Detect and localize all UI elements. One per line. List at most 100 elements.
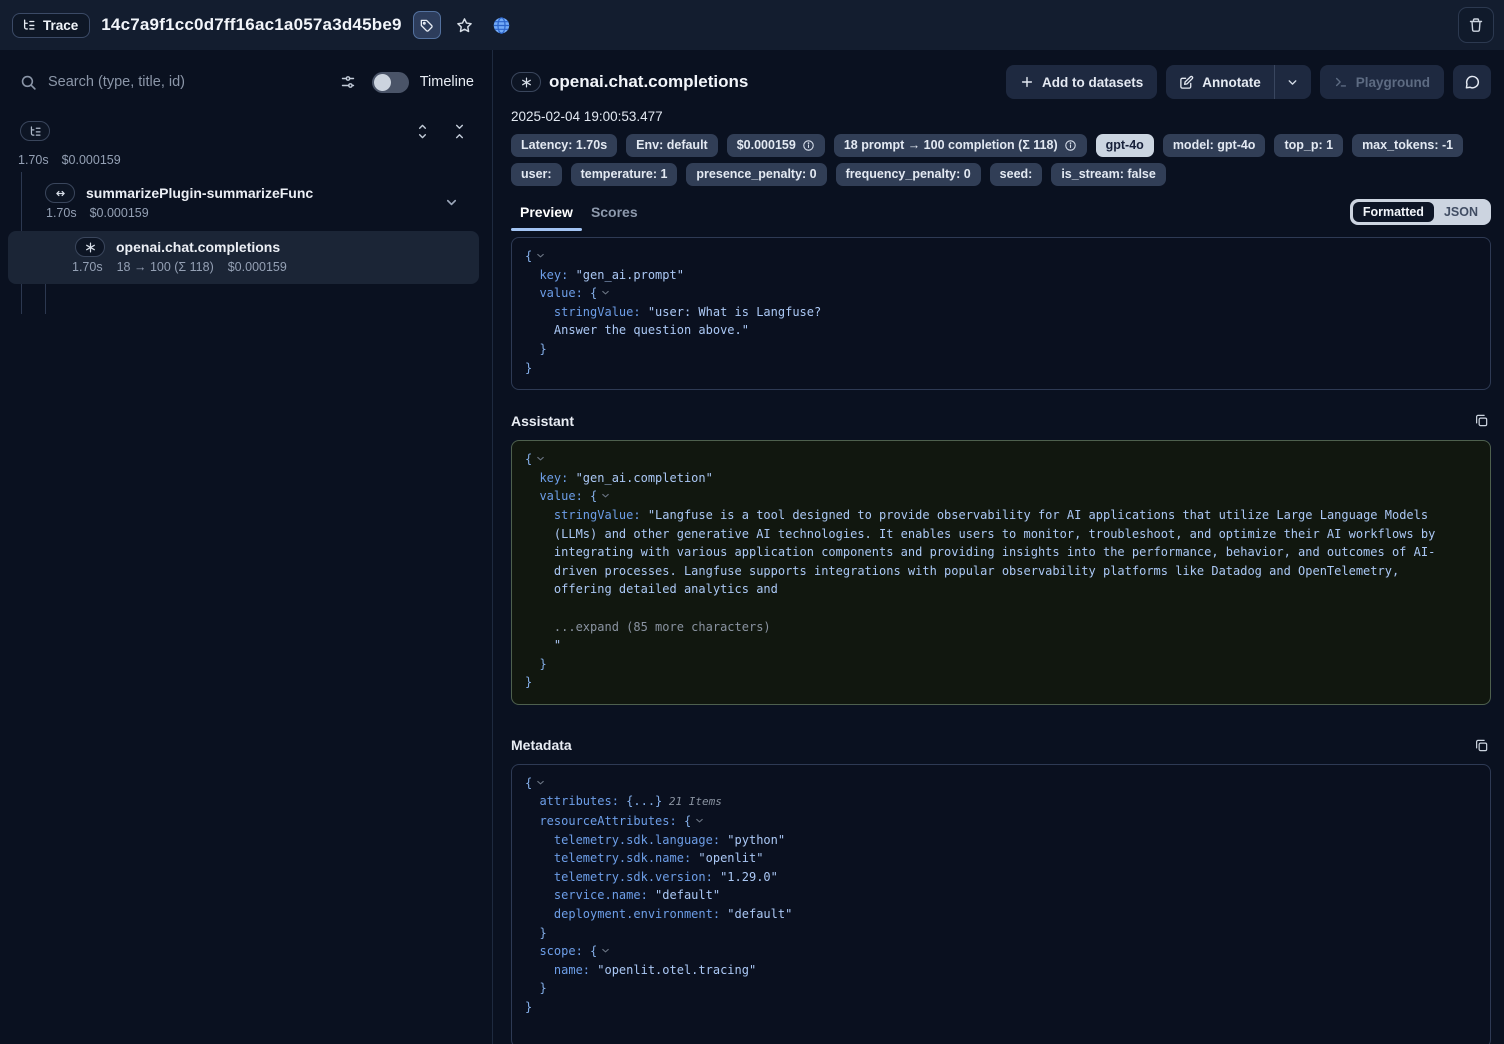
delete-trace-button[interactable]	[1458, 7, 1494, 43]
copy-button[interactable]	[1472, 736, 1491, 755]
code-line: }	[525, 340, 1477, 359]
json-token: "1.29.0"	[720, 870, 778, 884]
tree-node-generation-selected[interactable]: openai.chat.completions 1.70s 18 → 100 (…	[8, 231, 479, 284]
globe-icon	[492, 16, 511, 35]
badge-label: is_stream: false	[1061, 166, 1156, 183]
json-token: "default"	[727, 907, 792, 921]
collapse-toggle-icon[interactable]	[694, 815, 705, 826]
badge-label: frequency_penalty: 0	[846, 166, 971, 183]
code-line: {	[525, 450, 1477, 469]
badge-label: $0.000159	[737, 137, 796, 154]
header-actions: Add to datasets Annotate	[1006, 65, 1491, 99]
top-bar: Trace 14c7a9f1cc0d7ff16ac1a057a3d45be9	[0, 0, 1504, 50]
comments-button[interactable]	[1453, 65, 1491, 99]
json-key: scope:	[525, 944, 590, 958]
attribute-badge: seed:	[990, 163, 1043, 186]
badge-label: Env: default	[636, 137, 708, 154]
collapse-toggle-icon[interactable]	[535, 250, 546, 261]
json-key: stringValue:	[525, 305, 648, 319]
annotate-button[interactable]: Annotate	[1166, 65, 1274, 99]
json-key: value:	[525, 489, 590, 503]
format-json-option[interactable]: JSON	[1434, 202, 1488, 222]
chevron-down-icon	[1286, 76, 1299, 89]
json-token: }	[525, 675, 532, 689]
code-line: offering detailed analytics and	[525, 580, 1477, 599]
attribute-badge: presence_penalty: 0	[686, 163, 826, 186]
openai-icon	[520, 76, 533, 89]
json-token: 21 Items	[662, 795, 722, 808]
generation-tokens: 18 → 100 (Σ 118)	[117, 260, 214, 274]
list-tree-icon	[22, 18, 36, 32]
json-token: "python"	[727, 833, 785, 847]
trace-latency: 1.70s	[18, 153, 49, 167]
timeline-toggle-label: Timeline	[420, 74, 474, 90]
collapse-all-icon[interactable]	[446, 118, 472, 144]
json-token: }	[525, 981, 547, 995]
tree-node-span[interactable]: summarizePlugin-summarizeFunc 1.70s $0.0…	[0, 181, 492, 220]
message-bubble-icon	[1464, 74, 1481, 91]
tab-scores[interactable]: Scores	[582, 200, 647, 231]
json-token: {	[684, 814, 691, 828]
json-token: }	[525, 361, 532, 375]
trace-root-badge[interactable]	[20, 121, 50, 141]
annotate-dropdown-button[interactable]	[1275, 65, 1311, 99]
tab-preview[interactable]: Preview	[511, 200, 582, 231]
info-icon[interactable]	[1064, 139, 1077, 152]
format-formatted-option[interactable]: Formatted	[1353, 202, 1434, 222]
bookmark-star-button[interactable]	[452, 12, 478, 38]
attribute-badge: is_stream: false	[1051, 163, 1166, 186]
chevron-down-icon[interactable]	[444, 195, 459, 210]
collapse-toggle-icon[interactable]	[600, 945, 611, 956]
annotate-label: Annotate	[1202, 75, 1261, 90]
tree-search-row: Timeline	[20, 66, 474, 98]
code-line: attributes: {...} 21 Items	[525, 792, 1477, 812]
badge-label: gpt-4o	[1106, 137, 1144, 154]
trace-detail-layout: Timeline 1.70s $0.000159	[0, 50, 1504, 1044]
code-line: stringValue: "user: What is Langfuse?	[525, 303, 1477, 322]
json-token: Answer the question above."	[525, 323, 749, 337]
json-key: attributes:	[525, 794, 626, 808]
generation-name: openai.chat.completions	[116, 239, 280, 255]
metadata-section-header: Metadata	[511, 736, 1491, 755]
metadata-section-title: Metadata	[511, 737, 572, 753]
attribute-badge: $0.000159	[727, 134, 825, 157]
attribute-badge: Env: default	[626, 134, 718, 157]
code-line: resourceAttributes: {	[525, 812, 1477, 831]
model-badge[interactable]: gpt-4o	[1096, 134, 1154, 157]
list-tree-icon	[29, 125, 42, 138]
view-settings-icon[interactable]	[335, 69, 361, 95]
attribute-badge: temperature: 1	[571, 163, 678, 186]
expand-link[interactable]: ...expand (85 more characters)	[525, 620, 771, 634]
expand-all-icon[interactable]	[409, 118, 435, 144]
observation-badges: Latency: 1.70sEnv: default$0.00015918 pr…	[511, 134, 1491, 186]
search-input[interactable]	[48, 74, 324, 90]
code-line: driven processes. Langfuse supports inte…	[525, 562, 1477, 581]
json-token: "openlit.otel.tracing"	[597, 963, 756, 977]
code-line: }	[525, 655, 1477, 674]
badge-label: max_tokens: -1	[1362, 137, 1453, 154]
collapse-toggle-icon[interactable]	[600, 490, 611, 501]
code-line: telemetry.sdk.language: "python"	[525, 831, 1477, 850]
add-to-datasets-button[interactable]: Add to datasets	[1006, 65, 1157, 99]
tag-button[interactable]	[413, 11, 441, 39]
collapse-toggle-icon[interactable]	[600, 287, 611, 298]
json-token: {	[525, 776, 532, 790]
toggle-knob	[374, 74, 391, 91]
timeline-toggle[interactable]	[372, 72, 409, 93]
public-share-button[interactable]	[489, 12, 515, 38]
json-token: (LLMs) and other generative AI technolog…	[525, 527, 1435, 541]
info-icon[interactable]	[802, 139, 815, 152]
json-token: {	[590, 286, 597, 300]
code-line: telemetry.sdk.version: "1.29.0"	[525, 868, 1477, 887]
copy-button[interactable]	[1472, 411, 1491, 430]
collapse-toggle-icon[interactable]	[535, 777, 546, 788]
trash-icon	[1468, 17, 1484, 33]
playground-button[interactable]: Playground	[1320, 65, 1444, 99]
json-token: "gen_ai.prompt"	[576, 268, 684, 282]
assistant-section-header: Assistant	[511, 411, 1491, 430]
collapse-toggle-icon[interactable]	[535, 453, 546, 464]
badge-label: Latency: 1.70s	[521, 137, 607, 154]
metadata-json-block: { attributes: {...} 21 Items resourceAtt…	[511, 764, 1491, 1044]
generation-type-badge	[511, 72, 541, 92]
badge-label: seed:	[1000, 166, 1033, 183]
